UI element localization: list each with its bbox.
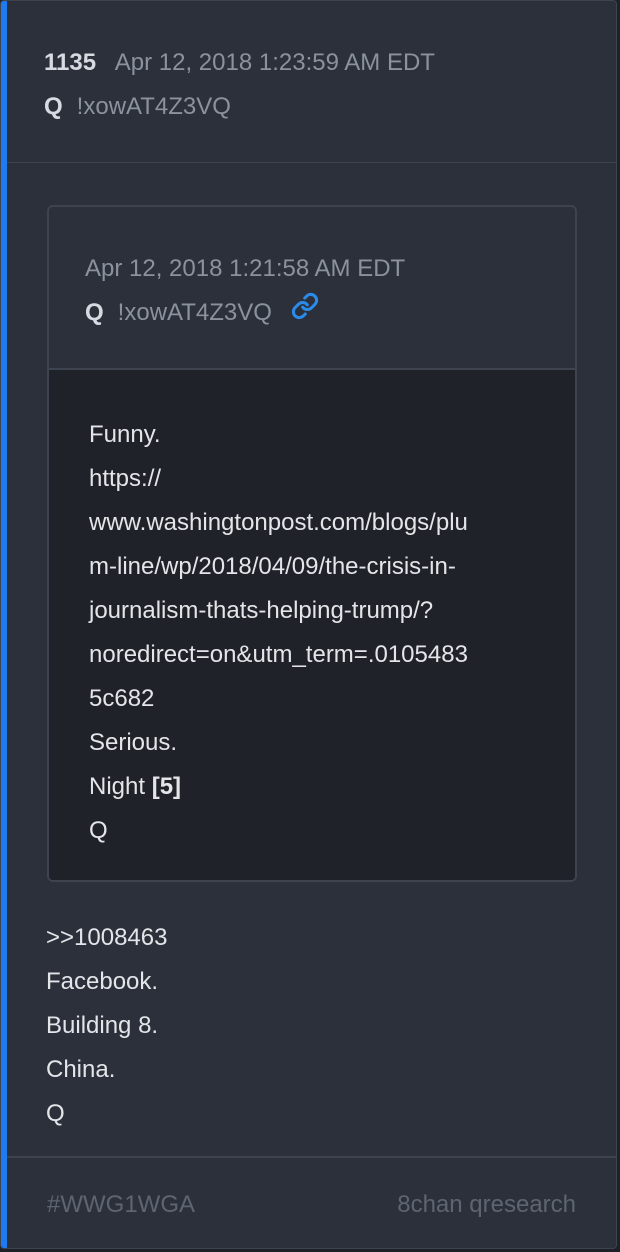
post-tripcode: !xowAT4Z3VQ xyxy=(76,93,231,120)
quoted-line[interactable]: www.washingtonpost.com/blogs/plu xyxy=(89,501,468,545)
night-line: Night [5] xyxy=(89,765,468,809)
body-line: China. xyxy=(46,1056,116,1083)
quoted-post: Apr 12, 2018 1:21:58 AM EDT Q !xowAT4Z3VQ… xyxy=(47,205,577,882)
quoted-post-body: Funny. https:// www.washingtonpost.com/b… xyxy=(49,370,575,880)
night-text: Night xyxy=(89,773,146,800)
post-body: >>1008463 Facebook. Building 8. China. Q xyxy=(46,916,167,1136)
quoted-post-header: Apr 12, 2018 1:21:58 AM EDT Q !xowAT4Z3VQ xyxy=(49,207,575,370)
post-footer: #WWG1WGA 8chan qresearch xyxy=(7,1156,616,1248)
quoted-line[interactable]: journalism-thats-helping-trump/? xyxy=(89,589,468,633)
quoted-line[interactable]: noredirect=on&utm_term=.0105483 xyxy=(89,633,468,677)
post-author-line: Q !xowAT4Z3VQ xyxy=(44,92,231,122)
footer-hashtag: #WWG1WGA xyxy=(47,1191,195,1218)
accent-bar xyxy=(1,1,7,1248)
post-timestamp: Apr 12, 2018 1:23:59 AM EDT xyxy=(114,49,435,76)
body-signature: Q xyxy=(46,1100,65,1127)
quoted-line: Funny. xyxy=(89,421,161,448)
quoted-post-text: Funny. https:// www.washingtonpost.com/b… xyxy=(89,413,468,853)
night-ref: [5] xyxy=(151,773,182,800)
quoted-line[interactable]: 5c682 xyxy=(89,677,468,721)
post-meta-line: 1135 Apr 12, 2018 1:23:59 AM EDT xyxy=(44,48,435,78)
post-author: Q xyxy=(44,93,63,120)
quoted-line: Serious. xyxy=(89,729,178,756)
quoted-post-author-line: Q !xowAT4Z3VQ xyxy=(85,292,319,328)
quoted-line[interactable]: https:// xyxy=(89,457,468,501)
footer-source: 8chan qresearch xyxy=(397,1191,576,1218)
quoted-line[interactable]: m-line/wp/2018/04/09/the-crisis-in- xyxy=(89,545,468,589)
reply-link[interactable]: >>1008463 xyxy=(46,916,167,960)
link-icon[interactable] xyxy=(291,292,319,328)
quoted-post-author: Q xyxy=(85,299,104,326)
quoted-post-meta-line: Apr 12, 2018 1:21:58 AM EDT xyxy=(85,254,405,284)
quoted-signature: Q xyxy=(89,817,108,844)
post-number: 1135 xyxy=(44,49,97,76)
body-line: Facebook. xyxy=(46,968,159,995)
quoted-post-timestamp: Apr 12, 2018 1:21:58 AM EDT xyxy=(85,255,406,282)
post-header: 1135 Apr 12, 2018 1:23:59 AM EDT Q !xowAT… xyxy=(7,1,616,163)
post-card: 1135 Apr 12, 2018 1:23:59 AM EDT Q !xowAT… xyxy=(0,0,617,1249)
body-line: Building 8. xyxy=(46,1012,159,1039)
quoted-post-tripcode: !xowAT4Z3VQ xyxy=(117,299,272,326)
